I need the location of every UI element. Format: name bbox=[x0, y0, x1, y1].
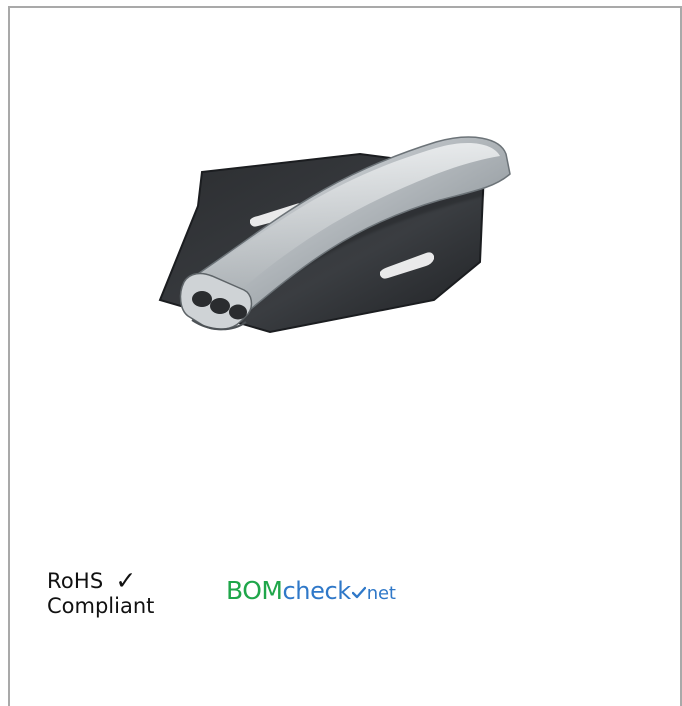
rohs-label: RoHS bbox=[47, 569, 104, 593]
bomcheck-bom-text: BOM bbox=[226, 576, 283, 605]
rohs-line-1: RoHS ✓ bbox=[47, 568, 182, 595]
bomcheck-tick-icon bbox=[351, 586, 366, 599]
bomcheck-net-text: net bbox=[366, 583, 396, 604]
rohs-badge: RoHS ✓ Compliant bbox=[47, 568, 182, 624]
rohs-compliant-label: Compliant bbox=[47, 594, 155, 618]
product-image bbox=[158, 136, 511, 334]
bomcheck-check-text: check bbox=[282, 577, 351, 605]
bomcheck-logo: BOM check net bbox=[226, 574, 396, 608]
check-icon: ✓ bbox=[115, 566, 137, 595]
